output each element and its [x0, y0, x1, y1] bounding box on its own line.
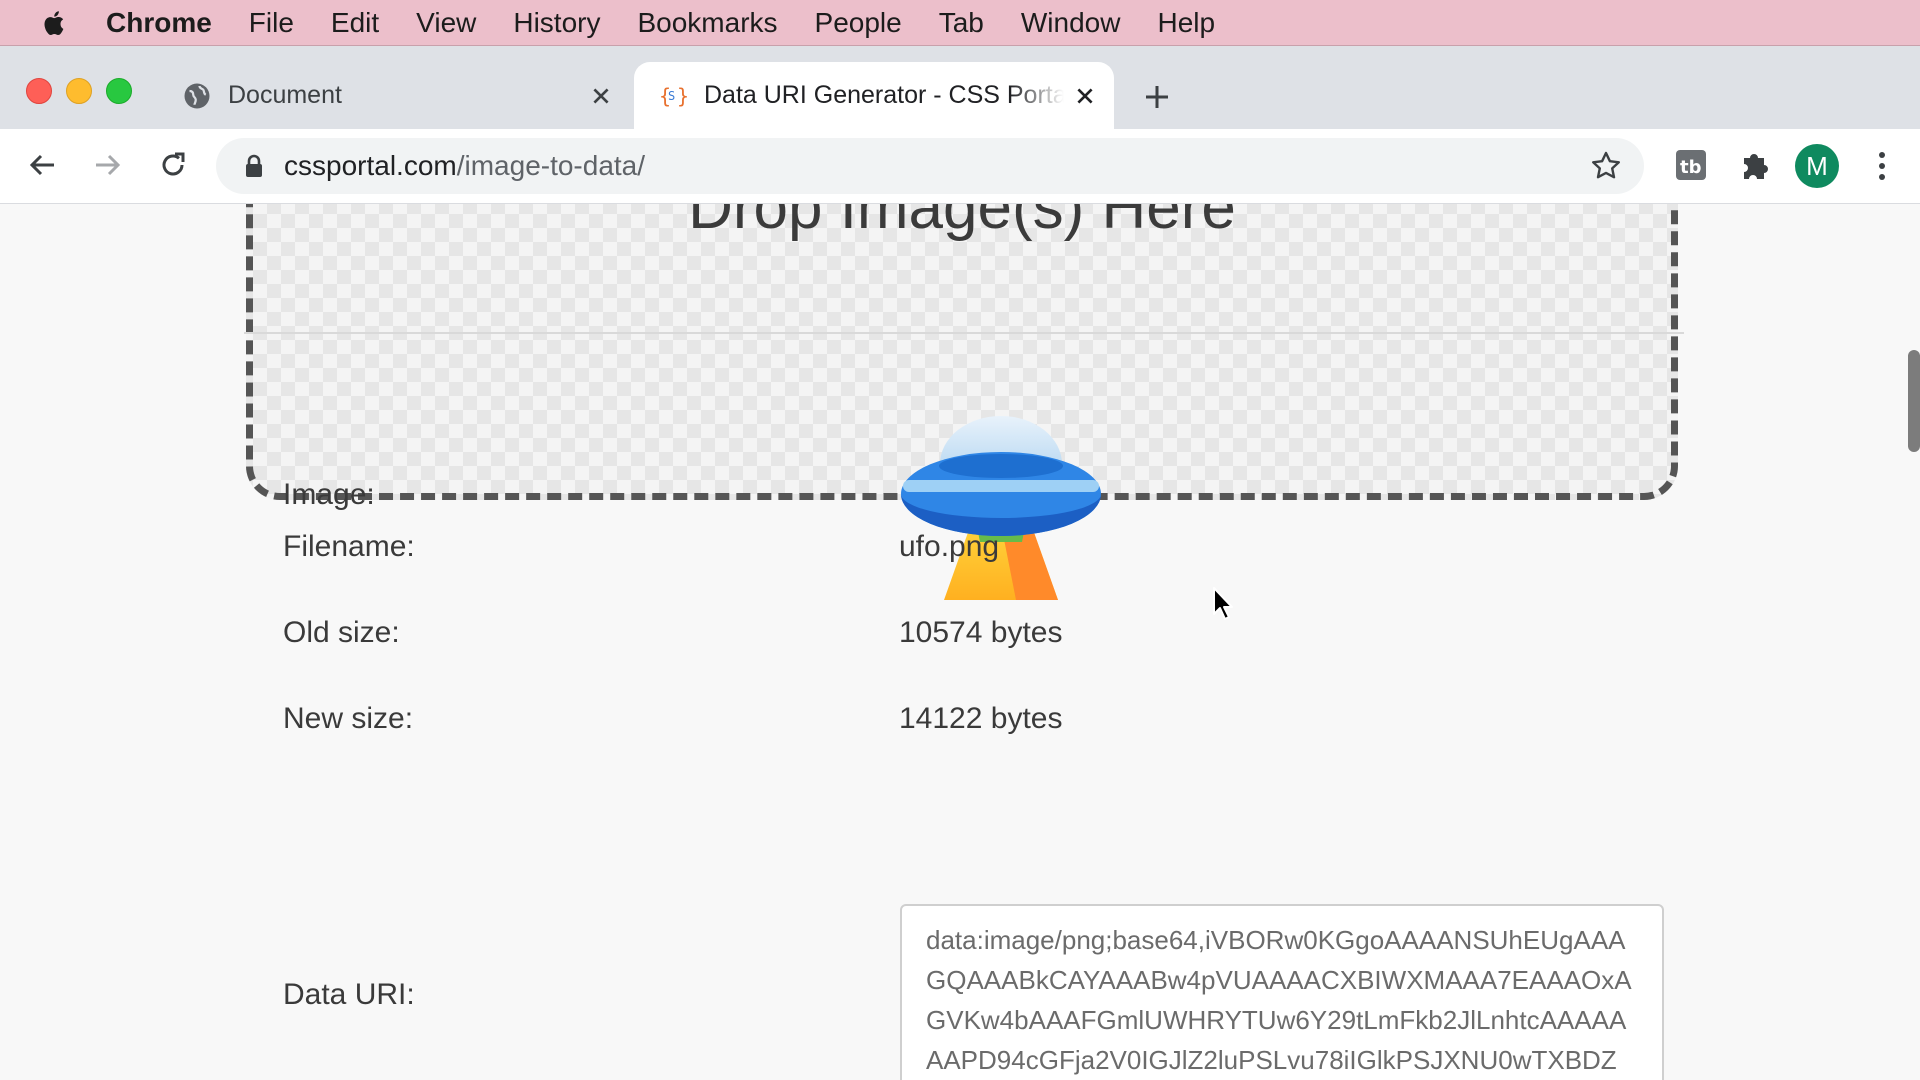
menu-view[interactable]: View: [416, 0, 476, 45]
svg-text:tb: tb: [1680, 157, 1702, 178]
address-bar[interactable]: cssportal.com/image-to-data/: [216, 138, 1644, 194]
new-size-value: 14122 bytes: [899, 702, 1063, 735]
filename-value: ufo.png: [899, 530, 1000, 563]
menu-tab[interactable]: Tab: [939, 0, 984, 45]
tab-document[interactable]: Document: [170, 62, 630, 129]
page-content: Drop Image(s) Here Image: Filename: ufo.…: [0, 204, 1920, 1080]
menu-edit[interactable]: Edit: [331, 0, 379, 45]
menu-people[interactable]: People: [815, 0, 902, 45]
image-label: Image:: [283, 478, 375, 511]
url-domain: cssportal.com: [284, 150, 457, 181]
close-tab-icon[interactable]: [590, 85, 612, 107]
tab-title: Data URI Generator - CSS Portal: [704, 81, 1064, 109]
ufo-icon: [901, 416, 1101, 600]
forward-arrow-icon[interactable]: [90, 148, 124, 182]
globe-icon: [184, 83, 210, 108]
new-tab-plus-icon[interactable]: [1142, 82, 1172, 112]
close-tab-icon[interactable]: [1074, 85, 1096, 107]
bookmark-star-icon[interactable]: [1590, 150, 1622, 182]
extension-tb-icon[interactable]: tb: [1674, 148, 1708, 182]
back-arrow-icon[interactable]: [26, 148, 60, 182]
old-size-label: Old size:: [283, 616, 400, 649]
svg-text:}: }: [677, 84, 688, 108]
tab-data-uri-generator[interactable]: { S } Data URI Generator - CSS Portal: [634, 62, 1114, 129]
window-minimize-button[interactable]: [66, 78, 92, 104]
extensions-puzzle-icon[interactable]: [1738, 148, 1772, 182]
data-uri-label: Data URI:: [283, 978, 415, 1011]
drop-zone-text: Drop Image(s) Here: [688, 204, 1236, 242]
apple-logo-icon[interactable]: [40, 8, 70, 38]
css-portal-icon: { S }: [659, 84, 688, 108]
profile-avatar[interactable]: M: [1795, 144, 1839, 188]
old-size-value: 10574 bytes: [899, 616, 1063, 649]
filename-label: Filename:: [283, 530, 415, 563]
new-size-label: New size:: [283, 702, 414, 735]
section-divider: [244, 332, 1684, 334]
lock-icon[interactable]: [244, 154, 264, 178]
macos-menu-bar: Chrome File Edit View History Bookmarks …: [0, 0, 1920, 46]
menu-history[interactable]: History: [513, 0, 600, 45]
menu-bookmarks[interactable]: Bookmarks: [637, 0, 777, 45]
menu-window[interactable]: Window: [1021, 0, 1121, 45]
data-uri-textarea[interactable]: data:image/png;base64,iVBORw0KGgoAAAANSU…: [900, 904, 1664, 1080]
url-text[interactable]: cssportal.com/image-to-data/: [284, 150, 645, 182]
window-close-button[interactable]: [26, 78, 52, 104]
more-menu-icon[interactable]: [1872, 150, 1892, 182]
page-scrollbar-thumb[interactable]: [1908, 350, 1920, 452]
svg-text:S: S: [668, 89, 675, 103]
menu-help[interactable]: Help: [1157, 0, 1215, 45]
mouse-cursor-icon: [1213, 587, 1233, 620]
window-zoom-button[interactable]: [106, 78, 132, 104]
tab-title: Document: [228, 81, 342, 109]
menu-app-name[interactable]: Chrome: [106, 0, 212, 45]
menu-file[interactable]: File: [249, 0, 294, 45]
url-path: /image-to-data/: [456, 150, 646, 181]
reload-icon[interactable]: [156, 148, 190, 182]
